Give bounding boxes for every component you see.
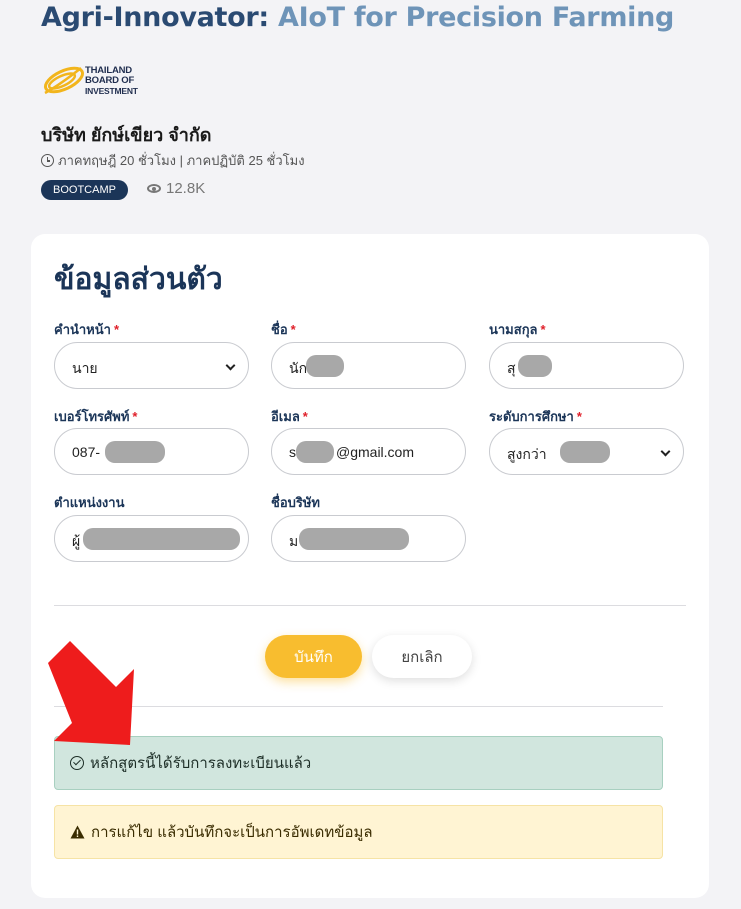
prefix-label-text: คำนำหน้า <box>54 322 111 337</box>
course-hours-text: ภาคทฤษฎี 20 ชั่วโมง | ภาคปฏิบัติ 25 ชั่ว… <box>58 153 305 168</box>
email-value-prefix: s <box>289 444 296 460</box>
education-label-text: ระดับการศึกษา <box>489 409 574 424</box>
first-name-input[interactable]: นัก <box>271 342 466 389</box>
education-value: สูงกว่า <box>507 446 547 462</box>
update-warning-text: การแก้ไข แล้วบันทึกจะเป็นการอัพเดทข้อมูล <box>91 824 373 841</box>
save-button[interactable]: บันทึก <box>265 635 362 678</box>
first-name-label: ชื่อ * <box>271 319 296 340</box>
divider <box>54 605 686 606</box>
last-name-label-text: นามสกุล <box>489 322 538 337</box>
phone-label-text: เบอร์โทรศัพท์ <box>54 409 130 424</box>
required-mark: * <box>113 322 120 337</box>
course-title-main: Agri-Innovator: <box>41 2 279 33</box>
position-label-text: ตำแหน่งงาน <box>54 495 125 510</box>
redaction-mask <box>560 441 610 463</box>
last-name-input[interactable]: สุ <box>489 342 684 389</box>
eye-icon <box>147 184 161 193</box>
company-name: บริษัท ยักษ์เขียว จำกัด <box>41 125 212 145</box>
check-circle-icon <box>70 756 84 770</box>
redaction-mask <box>299 528 409 550</box>
prefix-value: นาย <box>72 360 98 376</box>
clock-icon <box>41 154 54 167</box>
redaction-mask <box>105 441 165 463</box>
first-name-label-text: ชื่อ <box>271 322 288 337</box>
personal-info-card: ข้อมูลส่วนตัว คำนำหน้า * นาย ชื่อ * นัก นา… <box>31 234 709 898</box>
redaction-mask <box>306 355 344 377</box>
logo-line-3: INVESTMENT <box>85 86 138 96</box>
course-type-badge: BOOTCAMP <box>41 180 128 200</box>
position-label: ตำแหน่งงาน <box>54 492 124 513</box>
section-title: ข้อมูลส่วนตัว <box>54 263 223 296</box>
education-select[interactable]: สูงกว่า <box>489 428 684 475</box>
chevron-down-icon <box>660 446 671 457</box>
course-title-accent: AIoT for Precision Farming <box>278 2 675 33</box>
logo-line-2: BOARD OF <box>85 75 135 86</box>
required-mark: * <box>132 409 138 424</box>
cancel-button[interactable]: ยกเลิก <box>372 635 472 678</box>
redaction-mask <box>518 355 552 377</box>
redaction-mask <box>83 528 240 550</box>
position-value: ผู้ <box>72 533 81 549</box>
education-label: ระดับการศึกษา * <box>489 406 582 427</box>
required-mark: * <box>290 322 296 337</box>
course-title: Agri-Innovator: AIoT for Precision Farmi… <box>41 2 674 33</box>
company-field-label: ชื่อบริษัท <box>271 492 320 513</box>
first-name-value: นัก <box>289 360 308 376</box>
email-label-text: อีเมล <box>271 409 300 424</box>
company-value: ม <box>289 533 299 549</box>
required-mark: * <box>540 322 546 337</box>
email-label: อีเมล * <box>271 406 308 427</box>
warning-icon <box>70 825 85 839</box>
annotation-arrow-icon <box>48 641 134 745</box>
company-input[interactable]: ม <box>271 515 466 562</box>
boi-logo: THAILAND BOARD OF INVESTMENT <box>41 60 149 102</box>
prefix-select[interactable]: นาย <box>54 342 249 389</box>
email-input[interactable]: s @gmail.com <box>271 428 466 475</box>
boi-logo-mark <box>43 66 85 95</box>
registered-alert-text: หลักสูตรนี้ได้รับการลงทะเบียนแล้ว <box>90 755 312 772</box>
phone-label: เบอร์โทรศัพท์ * <box>54 406 137 427</box>
last-name-label: นามสกุล * <box>489 319 546 340</box>
view-count-text: 12.8K <box>166 180 206 197</box>
prefix-label: คำนำหน้า * <box>54 319 119 340</box>
boi-logo-text: THAILAND BOARD OF INVESTMENT <box>85 66 138 97</box>
company-field-label-text: ชื่อบริษัท <box>271 495 321 510</box>
position-input[interactable]: ผู้ <box>54 515 249 562</box>
required-mark: * <box>302 409 308 424</box>
course-hours: ภาคทฤษฎี 20 ชั่วโมง | ภาคปฏิบัติ 25 ชั่ว… <box>41 150 305 171</box>
required-mark: * <box>576 409 582 424</box>
email-value-suffix: @gmail.com <box>336 444 415 460</box>
view-count: 12.8K <box>147 180 205 197</box>
chevron-down-icon <box>225 360 236 371</box>
last-name-value: สุ <box>507 360 516 376</box>
phone-value: 087- <box>72 444 101 460</box>
phone-input[interactable]: 087- <box>54 428 249 475</box>
update-warning-alert: การแก้ไข แล้วบันทึกจะเป็นการอัพเดทข้อมูล <box>54 805 663 859</box>
redaction-mask <box>296 441 334 463</box>
